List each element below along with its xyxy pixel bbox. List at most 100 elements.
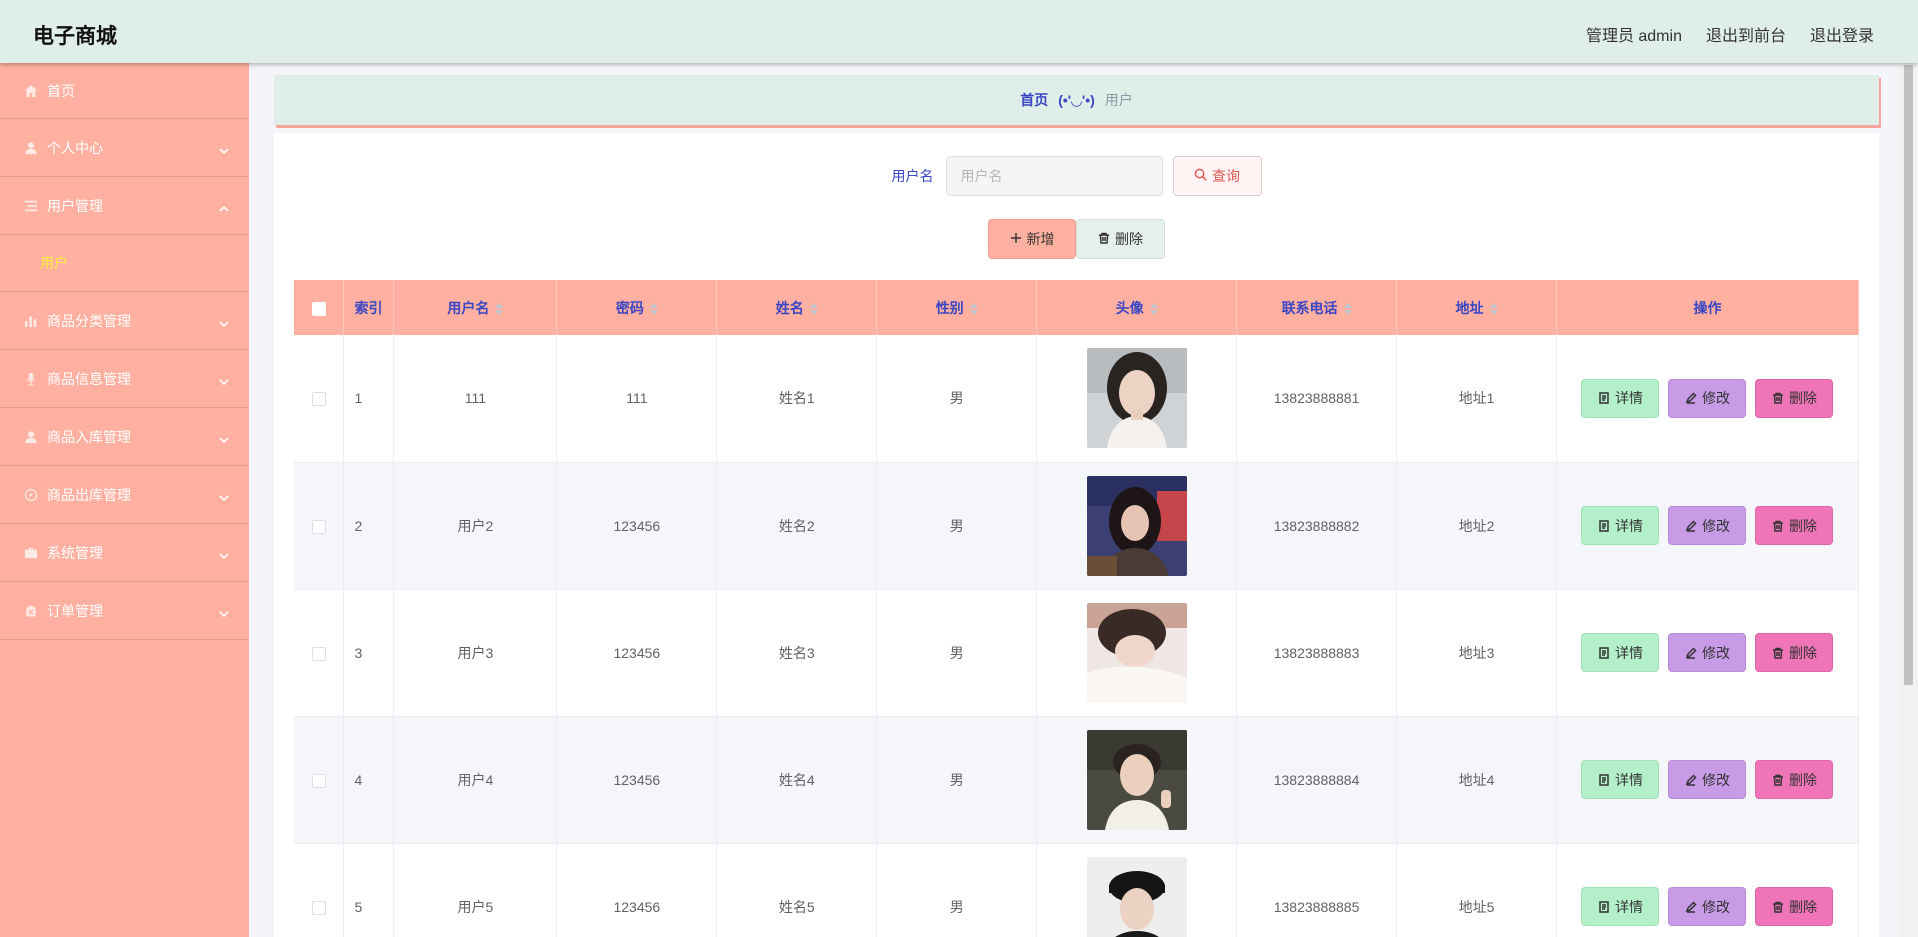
cell-address: 地址3	[1396, 589, 1557, 717]
breadcrumb-home[interactable]: 首页	[1020, 90, 1048, 110]
sidebar-item-label: 个人中心	[47, 139, 103, 156]
cell-username: 用户4	[393, 716, 558, 844]
vertical-scrollbar[interactable]	[1899, 63, 1918, 937]
cell-phone: 13823888882	[1236, 462, 1398, 590]
cell-username: 111	[393, 335, 558, 463]
edit-button[interactable]: 修改	[1668, 760, 1747, 799]
cell-address: 地址4	[1396, 716, 1557, 844]
edit-label: 修改	[1701, 898, 1730, 915]
header-label: 索引	[354, 299, 383, 316]
chevron-down-icon	[219, 432, 229, 443]
detail-button[interactable]: 详情	[1581, 506, 1660, 545]
batch-delete-label: 删除	[1115, 231, 1143, 247]
row-checkbox[interactable]	[311, 519, 326, 534]
document-icon	[1599, 519, 1609, 532]
detail-label: 详情	[1614, 517, 1643, 534]
sort-icon[interactable]	[1489, 302, 1498, 315]
row-checkbox[interactable]	[311, 646, 326, 661]
cell-avatar	[1036, 335, 1238, 463]
sort-icon[interactable]	[969, 302, 978, 315]
cell-phone: 13823888884	[1236, 716, 1398, 844]
detail-button[interactable]: 详情	[1581, 378, 1660, 418]
detail-label: 详情	[1614, 390, 1643, 407]
row-checkbox[interactable]	[311, 773, 326, 788]
row-checkbox[interactable]	[311, 392, 326, 407]
cell-avatar	[1036, 843, 1238, 937]
delete-button[interactable]: 删除	[1755, 506, 1834, 545]
cell-operations: 详情 修改 删除	[1556, 716, 1860, 844]
cell-gender: 男	[876, 589, 1038, 717]
scrollbar-thumb[interactable]	[1904, 65, 1913, 685]
edit-button[interactable]: 修改	[1668, 506, 1747, 545]
sidebar-item-product-info[interactable]: 商品信息管理	[0, 350, 249, 408]
query-button-label: 查询	[1212, 168, 1240, 184]
delete-button[interactable]: 删除	[1755, 887, 1834, 926]
header-gender[interactable]: 性别	[876, 280, 1038, 335]
header-address[interactable]: 地址	[1396, 280, 1557, 335]
chevron-down-icon	[219, 143, 229, 154]
detail-label: 详情	[1614, 771, 1643, 788]
microphone-icon	[23, 371, 39, 387]
delete-button[interactable]: 删除	[1755, 760, 1834, 799]
edit-button[interactable]: 修改	[1668, 378, 1747, 418]
query-button[interactable]: 查询	[1172, 156, 1262, 196]
sort-icon[interactable]	[495, 302, 504, 315]
header-phone[interactable]: 联系电话	[1236, 280, 1398, 335]
logout-link[interactable]: 退出登录	[1810, 22, 1874, 46]
header-name[interactable]: 姓名	[716, 280, 878, 335]
cell-username: 用户5	[393, 843, 558, 937]
delete-button[interactable]: 删除	[1755, 378, 1834, 418]
detail-button[interactable]: 详情	[1581, 760, 1660, 799]
cell-username: 用户3	[393, 589, 558, 717]
edit-button[interactable]: 修改	[1668, 887, 1747, 926]
sidebar-subitem-users[interactable]: 用户	[0, 235, 249, 292]
detail-button[interactable]: 详情	[1581, 887, 1660, 926]
cell-address: 地址5	[1396, 843, 1557, 937]
back-to-front-link[interactable]: 退出到前台	[1706, 22, 1786, 46]
top-header: 电子商城 管理员 admin 退出到前台 退出登录	[0, 0, 1918, 63]
sort-icon[interactable]	[649, 302, 658, 315]
trash-icon	[1772, 520, 1783, 532]
avatar	[1086, 729, 1187, 830]
sidebar-item-label: 商品分类管理	[47, 312, 131, 329]
pencil-icon	[1685, 773, 1697, 786]
header-operations: 操作	[1556, 280, 1860, 335]
sidebar-item-system[interactable]: 系统管理	[0, 524, 249, 582]
cell-address: 地址1	[1396, 335, 1557, 463]
chevron-down-icon	[219, 316, 229, 327]
trash-icon	[1772, 901, 1783, 913]
batch-delete-button[interactable]: 删除	[1076, 219, 1165, 259]
sidebar-item-profile[interactable]: 个人中心	[0, 119, 249, 177]
sidebar-item-label: 订单管理	[47, 602, 103, 619]
row-checkbox[interactable]	[311, 900, 326, 915]
sort-icon[interactable]	[1149, 302, 1158, 315]
delete-button[interactable]: 删除	[1755, 633, 1834, 672]
header-avatar[interactable]: 头像	[1036, 280, 1238, 335]
header-username[interactable]: 用户名	[393, 280, 558, 335]
edit-label: 修改	[1701, 517, 1730, 534]
sidebar-item-stock-in[interactable]: 商品入库管理	[0, 408, 249, 466]
delete-label: 删除	[1788, 517, 1817, 534]
add-button[interactable]: 新增	[988, 219, 1076, 259]
sidebar-item-stock-out[interactable]: 商品出库管理	[0, 466, 249, 524]
header-password[interactable]: 密码	[556, 280, 718, 335]
cell-phone: 13823888881	[1236, 335, 1398, 463]
cell-phone: 13823888883	[1236, 589, 1398, 717]
sort-icon[interactable]	[1343, 302, 1352, 315]
edit-label: 修改	[1701, 771, 1730, 788]
search-input[interactable]	[945, 156, 1163, 196]
sidebar-item-orders[interactable]: 订单管理	[0, 582, 249, 640]
sidebar-item-user-management[interactable]: 用户管理	[0, 177, 249, 235]
sidebar-item-label: 用户管理	[47, 197, 103, 214]
edit-button[interactable]: 修改	[1668, 633, 1747, 672]
cell-operations: 详情 修改 删除	[1556, 589, 1860, 717]
sort-icon[interactable]	[809, 302, 818, 315]
select-all-checkbox[interactable]	[311, 301, 326, 316]
table-row: 1 111 111 姓名1 男 13823888881 地址1 详情 修改 删除	[294, 335, 1860, 463]
detail-button[interactable]: 详情	[1581, 633, 1660, 672]
header-label: 联系电话	[1281, 299, 1338, 316]
sidebar-item-category-management[interactable]: 商品分类管理	[0, 292, 249, 350]
sidebar-item-home[interactable]: 首页	[0, 63, 249, 119]
cell-avatar	[1036, 716, 1238, 844]
chevron-down-icon	[219, 490, 229, 501]
